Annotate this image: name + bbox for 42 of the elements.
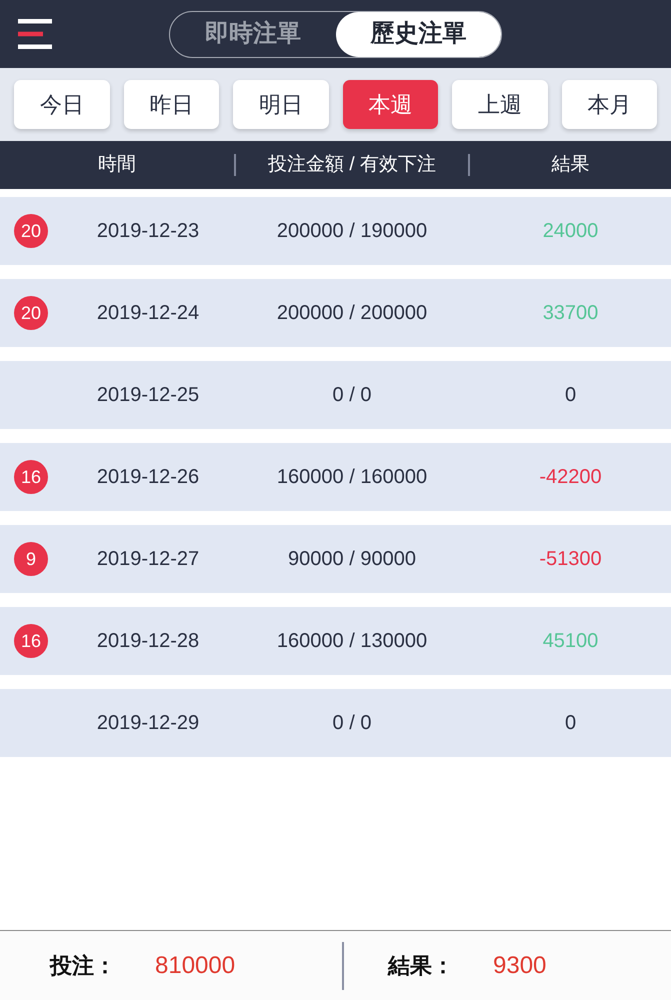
- result-total-label: 結果：: [388, 952, 455, 980]
- result-total-value: 9300: [493, 950, 546, 980]
- filter-button[interactable]: 昨日: [124, 80, 219, 129]
- stake-cell-text: 0 / 0: [332, 711, 372, 736]
- count-badge: 20: [14, 296, 48, 330]
- stake-cell-text: 200000 / 200000: [276, 301, 428, 326]
- filter-button[interactable]: 本月: [562, 80, 657, 129]
- stake-total-value: 810000: [155, 950, 236, 980]
- result-cell-text: -51300: [539, 547, 602, 572]
- date-cell-text: 2019-12-25: [96, 383, 200, 408]
- date-cell-text: 2019-12-26: [96, 465, 200, 490]
- stake-cell-text: 160000 / 130000: [276, 629, 428, 654]
- date-cell-text: 2019-12-29: [96, 711, 200, 736]
- date-cell-text: 2019-12-27: [96, 547, 200, 572]
- date-cell-text: 2019-12-24: [96, 301, 200, 326]
- date-cell-text: 2019-12-28: [96, 629, 200, 654]
- stake-cell-text: 0 / 0: [332, 383, 372, 408]
- column-header: 結果: [552, 152, 590, 177]
- result-cell-text: 45100: [542, 629, 598, 654]
- stake-total-label: 投注：: [50, 952, 117, 980]
- count-badge: 16: [14, 460, 48, 494]
- filter-button[interactable]: 今日: [14, 80, 110, 129]
- filter-button[interactable]: 本週: [342, 80, 438, 129]
- result-cell-text: -42200: [539, 465, 602, 490]
- count-badge: 20: [14, 214, 48, 248]
- column-header: 時間: [98, 152, 136, 177]
- stake-cell-text: 200000 / 190000: [276, 219, 428, 244]
- segment-tab[interactable]: 歷史注單: [336, 12, 501, 56]
- stake-cell-text: 160000 / 160000: [276, 465, 428, 490]
- count-badge: 16: [14, 624, 48, 658]
- result-cell-text: 0: [564, 711, 576, 736]
- result-cell-text: 33700: [542, 301, 598, 326]
- date-cell-text: 2019-12-23: [96, 219, 200, 244]
- menu-icon[interactable]: [18, 19, 52, 49]
- filter-button[interactable]: 上週: [452, 80, 548, 129]
- count-badge: 9: [14, 542, 48, 576]
- result-cell-text: 0: [564, 383, 576, 408]
- result-cell-text: 24000: [542, 219, 598, 244]
- column-header: 投注金額 / 有效下注: [268, 152, 436, 177]
- segment-tab[interactable]: 即時注單: [170, 12, 336, 56]
- stake-cell-text: 90000 / 90000: [288, 547, 416, 572]
- filter-button[interactable]: 明日: [233, 80, 328, 129]
